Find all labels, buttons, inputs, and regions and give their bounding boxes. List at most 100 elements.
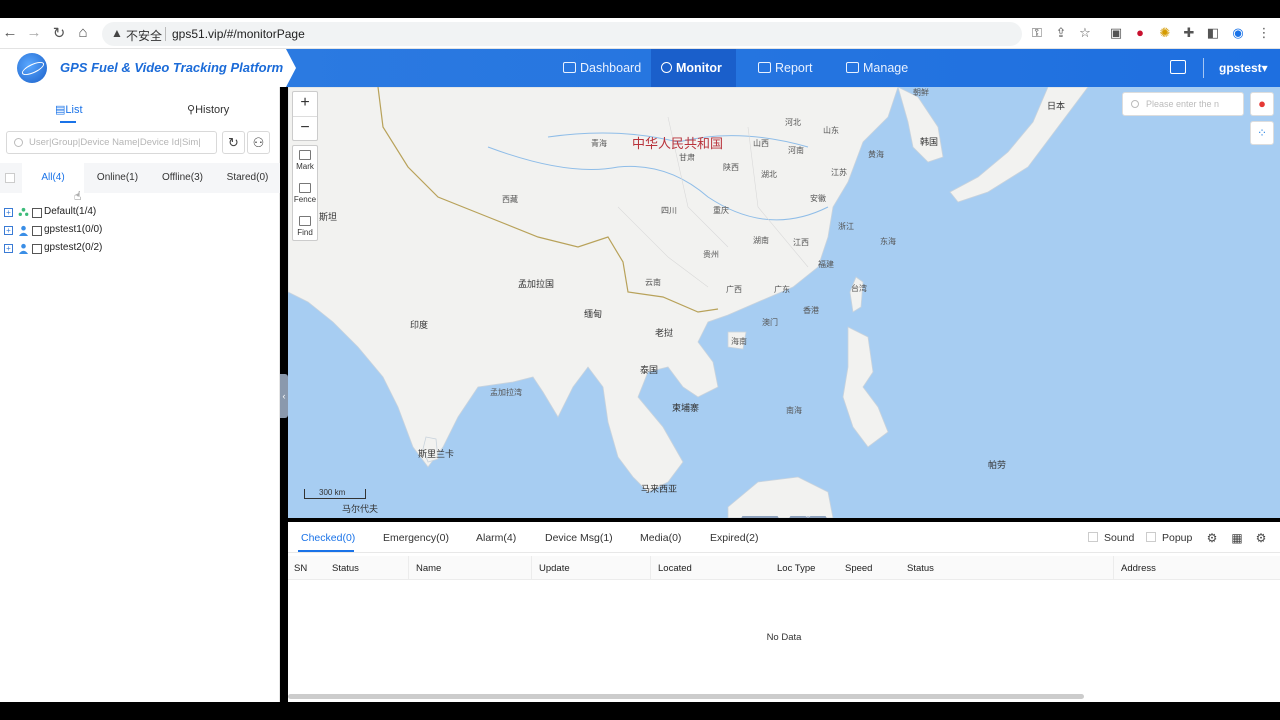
expand-icon[interactable]: + — [4, 226, 13, 235]
map-label-tibet: 西藏 — [502, 195, 518, 204]
tree-checkbox[interactable] — [32, 226, 42, 236]
find-tool-label: Find — [297, 228, 313, 237]
col-separator — [531, 556, 532, 580]
app-title: GPS Fuel & Video Tracking Platform — [60, 60, 284, 75]
profile-icon[interactable]: ◉ — [1230, 25, 1246, 41]
back-icon[interactable]: ← — [0, 24, 20, 41]
map-label-north-korea: 朝鲜 — [913, 88, 929, 97]
map-label-bangladesh: 孟加拉国 — [518, 279, 555, 289]
tab-emergency[interactable]: Emergency(0) — [383, 532, 449, 544]
tree-checkbox[interactable] — [32, 244, 42, 254]
menu-monitor[interactable]: Monitor — [651, 49, 736, 87]
col-status-2: Status — [907, 563, 934, 574]
report-icon — [758, 62, 771, 73]
map-view[interactable]: 中华人民共和国 日本 韩国 印度 孟加拉国 缅甸 老挝 泰国 柬埔寨 斯里兰卡 … — [288, 87, 1280, 518]
pinterest-icon[interactable]: ● — [1132, 25, 1148, 40]
sound-option[interactable]: Sound — [1088, 532, 1134, 544]
expand-down-tab[interactable]: ﹀ — [786, 516, 830, 518]
map-label-henan: 河南 — [788, 146, 804, 155]
bike-icon[interactable]: ⚙ — [1205, 531, 1219, 545]
fence-tool[interactable]: Fence — [293, 183, 317, 204]
popup-checkbox[interactable] — [1146, 532, 1156, 542]
map-label-macau: 澳门 — [762, 318, 778, 327]
tab-history[interactable]: ⚲History — [187, 103, 229, 116]
zoom-out-button[interactable]: − — [293, 117, 317, 141]
app-header: GPS Fuel & Video Tracking Platform Dashb… — [0, 49, 1280, 87]
more-icon[interactable]: ⋮ — [1256, 25, 1272, 41]
cluster-button[interactable]: ⁘ — [1250, 121, 1274, 145]
device-search-placeholder: User|Group|Device Name|Device Id|Sim| — [29, 137, 201, 148]
add-user-button[interactable]: ⚇ — [247, 131, 270, 154]
map-label-shandong: 山东 — [823, 126, 839, 135]
bookmark-star-icon[interactable]: ☆ — [1077, 25, 1093, 41]
share-icon[interactable]: ⇪ — [1053, 25, 1069, 41]
select-all-checkbox[interactable] — [5, 173, 15, 183]
menu-dashboard[interactable]: Dashboard — [553, 49, 651, 87]
zoom-in-button[interactable]: + — [293, 92, 317, 116]
image-extension-icon[interactable]: ▣ — [1108, 25, 1124, 41]
manage-grid-icon — [846, 62, 859, 73]
map-label-shanxi: 山西 — [753, 139, 769, 148]
map-label-hongkong: 香港 — [803, 306, 819, 315]
tab-expired[interactable]: Expired(2) — [710, 532, 758, 544]
menu-manage-label: Manage — [863, 61, 909, 75]
sound-checkbox[interactable] — [1088, 532, 1098, 542]
map-label-japan: 日本 — [1047, 101, 1066, 111]
tab-alarm[interactable]: Alarm(4) — [476, 532, 516, 544]
find-tool[interactable]: Find — [293, 216, 317, 237]
popup-option[interactable]: Popup — [1146, 532, 1192, 544]
tab-checked[interactable]: Checked(0) — [301, 532, 355, 544]
map-label-jiangsu: 江苏 — [831, 168, 847, 177]
col-separator — [408, 556, 409, 580]
map-label-china: 中华人民共和国 — [632, 136, 724, 151]
user-menu[interactable]: gpstest▾ — [1219, 61, 1268, 75]
device-search-input[interactable]: User|Group|Device Name|Device Id|Sim| — [6, 131, 217, 154]
refresh-icon: ↻ — [228, 135, 239, 150]
settings-gear-icon[interactable]: ⚙ — [1254, 531, 1268, 545]
menu-monitor-label: Monitor — [676, 61, 722, 75]
export-icon[interactable]: ▦ — [1230, 531, 1244, 545]
filter-stared[interactable]: Stared(0) — [216, 163, 279, 193]
expand-icon[interactable]: + — [4, 244, 13, 253]
map-label-myanmar: 缅甸 — [584, 309, 603, 319]
location-pin-button[interactable]: ● — [1250, 92, 1274, 116]
forward-icon[interactable]: → — [24, 24, 44, 41]
horizontal-scrollbar[interactable] — [288, 694, 1084, 699]
screen-letterbox-bottom — [0, 702, 1280, 720]
tree-label: Default(1/4) — [44, 206, 97, 217]
menu-manage[interactable]: Manage — [836, 49, 918, 87]
tab-media[interactable]: Media(0) — [640, 532, 681, 544]
map-label-india: 印度 — [410, 320, 429, 330]
group-icon — [18, 207, 29, 216]
col-loc-type: Loc Type — [777, 563, 816, 574]
gear-extension-icon[interactable]: ✺ — [1157, 25, 1173, 41]
col-status: Status — [332, 563, 359, 574]
filter-online[interactable]: Online(1) — [86, 163, 149, 193]
expand-up-tab[interactable]: ︿ — [738, 516, 782, 518]
menu-report[interactable]: Report — [748, 49, 823, 87]
tab-device-msg[interactable]: Device Msg(1) — [545, 532, 613, 544]
home-icon[interactable]: ⌂ — [73, 24, 93, 41]
user-icon — [18, 243, 29, 254]
expand-icon[interactable]: + — [4, 208, 13, 217]
message-icon[interactable] — [1170, 60, 1186, 74]
location-search-input[interactable]: Please enter the n — [1122, 92, 1244, 116]
sidepanel-icon[interactable]: ◧ — [1205, 25, 1221, 41]
reload-icon[interactable]: ↻ — [49, 24, 69, 42]
mark-tool[interactable]: Mark — [293, 150, 317, 171]
tab-list[interactable]: ▤List — [55, 103, 83, 116]
search-icon — [14, 138, 23, 147]
map-label-pakistan: 斯坦 — [319, 212, 338, 222]
filter-offline[interactable]: Offline(3) — [151, 163, 214, 193]
tree-checkbox[interactable] — [32, 208, 42, 218]
refresh-button[interactable]: ↻ — [222, 131, 245, 154]
map-label-gansu: 甘肃 — [679, 153, 695, 162]
map-label-palau: 帕劳 — [988, 460, 1007, 470]
tree-label: gpstest2(0/2) — [44, 242, 103, 253]
address-bar[interactable]: ▲ 不安全 gps51.vip/#/monitorPage — [102, 22, 1022, 46]
collapse-panel-handle[interactable]: ‹ — [280, 374, 288, 418]
puzzle-icon[interactable]: ✚ — [1181, 25, 1197, 41]
key-icon[interactable]: ⚿ — [1029, 25, 1045, 41]
user-icon — [18, 225, 29, 236]
url-text[interactable]: gps51.vip/#/monitorPage — [172, 27, 305, 41]
